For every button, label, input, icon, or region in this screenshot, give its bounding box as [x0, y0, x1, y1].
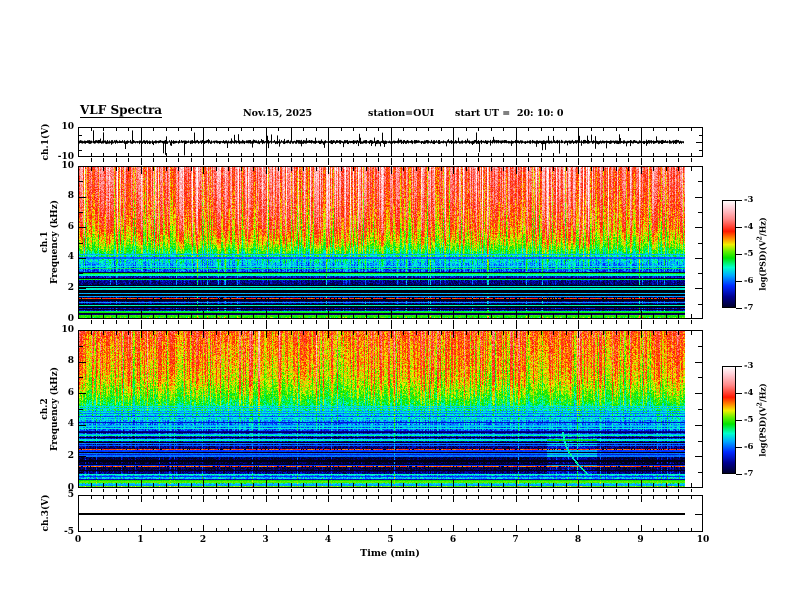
- colorbar-tick-mark: [736, 281, 742, 282]
- colorbar-label-sup: 2: [756, 402, 764, 407]
- y-tick-label: 10: [61, 324, 74, 335]
- colorbar-tick-mark: [736, 366, 742, 367]
- y-tick-label: 4: [67, 419, 74, 430]
- figure-title: VLF Spectra: [80, 103, 163, 118]
- ch2-frequency-axis-label: ch.2 Frequency (kHz): [40, 367, 60, 451]
- x-tick-label: 4: [324, 535, 332, 545]
- ch2-spectrogram-canvas: [78, 330, 703, 488]
- y-tick-label: 5: [67, 489, 74, 500]
- colorbar-tick-mark: [736, 447, 742, 448]
- colorbar-tick-mark: [736, 200, 742, 201]
- colorbar-tick-label: -3: [744, 360, 754, 371]
- colorbar-label-text: /Hz): [757, 217, 768, 237]
- start-ut-label: start UT = 20: 10: 0: [455, 108, 564, 119]
- ch1-frequency-axis-label: ch.1 Frequency (kHz): [40, 200, 60, 284]
- y-tick-label: 0: [67, 313, 74, 324]
- x-tick-label: 7: [512, 535, 519, 545]
- colorbar-tick-label: -6: [744, 441, 754, 452]
- x-tick-label: 9: [637, 535, 644, 545]
- x-tick-label: 5: [387, 535, 394, 545]
- colorbar-tick-label: -3: [744, 194, 754, 205]
- ch1-waveform-canvas: [78, 127, 703, 157]
- axis-label-line: Frequency (kHz): [50, 199, 60, 285]
- x-tick-label: 2: [199, 535, 207, 545]
- colorbar-tick-label: -5: [744, 248, 754, 259]
- colorbar-tick-label: -4: [744, 221, 754, 232]
- x-tick-label: 1: [137, 535, 144, 545]
- y-tick-label: 2: [67, 282, 74, 293]
- colorbar-ch2-label: log(PSD)(V2/Hz): [757, 383, 768, 456]
- y-tick-label: 6: [67, 387, 74, 398]
- colorbar-tick-label: -7: [744, 468, 754, 479]
- colorbar-label-sup: 2: [756, 236, 764, 241]
- colorbar-tick-label: -6: [744, 275, 754, 286]
- x-tick-label: 0: [74, 535, 82, 545]
- colorbar-tick-mark: [736, 308, 742, 309]
- colorbar-tick-mark: [736, 227, 742, 228]
- station-label: station=OUI: [368, 108, 435, 119]
- axis-label-line: Frequency (kHz): [50, 366, 60, 452]
- x-tick-label: 10: [696, 535, 710, 545]
- y-tick-label: 6: [67, 221, 74, 232]
- colorbar-label-text: log(PSD)(V: [757, 240, 768, 291]
- y-tick-label: 10: [61, 160, 74, 171]
- colorbar-tick-label: -7: [744, 302, 754, 313]
- figure-date: Nov.15, 2025: [243, 108, 313, 119]
- colorbar-tick-mark: [736, 393, 742, 394]
- colorbar-tick-mark: [736, 420, 742, 421]
- colorbar-ch1: [722, 200, 736, 308]
- axis-label-line: ch.1: [40, 231, 50, 253]
- colorbar-ch2: [722, 366, 736, 474]
- colorbar-tick-label: -4: [744, 387, 754, 398]
- x-tick-label: 3: [262, 535, 269, 545]
- x-axis-tick-strip: [78, 489, 703, 494]
- x-tick-label: 6: [449, 535, 457, 545]
- y-tick-label: 4: [67, 252, 74, 263]
- colorbar-label-text: log(PSD)(V: [757, 406, 768, 457]
- x-tick-label: 8: [574, 535, 582, 545]
- x-axis-tick-strip: [78, 320, 703, 329]
- y-tick-label: 10: [61, 121, 74, 132]
- colorbar-tick-mark: [736, 474, 742, 475]
- axis-label-line: ch.2: [40, 398, 50, 420]
- y-tick-label: 2: [67, 450, 74, 461]
- colorbar-tick-mark: [736, 254, 742, 255]
- x-axis-tick-strip: [78, 158, 703, 165]
- y-tick-label: 8: [67, 356, 74, 367]
- time-axis-title: Time (min): [360, 548, 420, 559]
- colorbar-tick-label: -5: [744, 414, 754, 425]
- colorbar-label-text: /Hz): [757, 383, 768, 403]
- colorbar-ch1-label: log(PSD)(V2/Hz): [757, 217, 768, 290]
- ch1-spectrogram-canvas: [78, 166, 703, 319]
- y-tick-label: 8: [67, 191, 74, 202]
- vlf-spectra-figure: VLF Spectra Nov.15, 2025 station=OUI sta…: [0, 0, 792, 612]
- ch3-line-canvas: [78, 495, 703, 532]
